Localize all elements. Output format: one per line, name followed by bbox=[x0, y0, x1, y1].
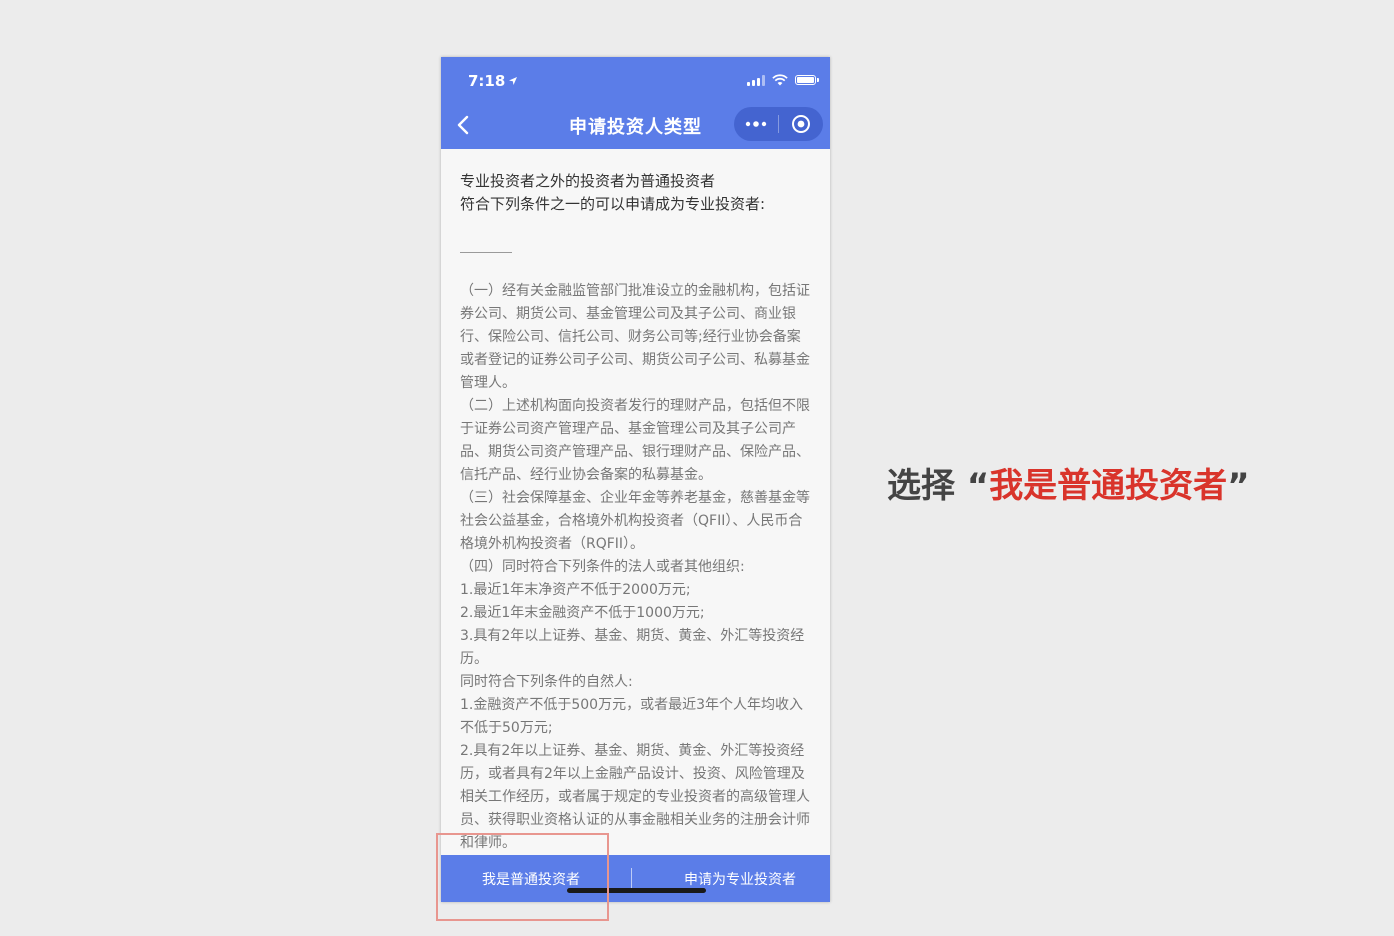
callout-suffix: ” bbox=[1227, 466, 1250, 506]
status-icons bbox=[747, 74, 819, 86]
paragraph-condition-2: 2.最近1年末金融资产不低于1000万元; bbox=[460, 605, 705, 621]
status-time: 7:18 bbox=[468, 72, 518, 90]
signal-icon bbox=[747, 74, 765, 86]
wifi-icon bbox=[772, 74, 788, 86]
paragraph-legal-entities: （四）同时符合下列条件的法人或者其他组织: bbox=[460, 559, 745, 575]
content-area: 专业投资者之外的投资者为普通投资者 符合下列条件之一的可以申请成为专业投资者: … bbox=[460, 170, 812, 855]
phone-screen: 7:18 申请投资人类型 专业投资者之外的投资者为普通投资者 符合下列条件之一的… bbox=[441, 57, 830, 902]
callout-prefix: 选择 “ bbox=[887, 466, 990, 506]
capsule-menu bbox=[734, 107, 823, 141]
header-bar: 7:18 申请投资人类型 bbox=[441, 57, 830, 149]
apply-professional-button[interactable]: 申请为专业投资者 bbox=[632, 855, 830, 902]
section-divider bbox=[460, 252, 512, 253]
paragraph-condition-1: 1.最近1年末净资产不低于2000万元; bbox=[460, 582, 691, 598]
more-button[interactable] bbox=[734, 107, 778, 141]
paragraph-condition-3: 3.具有2年以上证券、基金、期货、黄金、外汇等投资经历。 bbox=[460, 628, 805, 667]
paragraph-natural-persons: 同时符合下列条件的自然人: bbox=[460, 674, 633, 690]
more-icon bbox=[745, 121, 767, 127]
paragraph-funds: （三）社会保障基金、企业年金等养老基金，慈善基金等社会公益基金，合格境外机构投资… bbox=[460, 490, 810, 552]
instruction-callout: 选择 “我是普通投资者” bbox=[887, 458, 1250, 507]
intro-line-2: 符合下列条件之一的可以申请成为专业投资者: bbox=[460, 195, 766, 213]
status-time-label: 7:18 bbox=[468, 72, 506, 90]
highlight-box bbox=[436, 833, 609, 921]
battery-icon bbox=[795, 75, 819, 85]
paragraph-person-condition-1: 1.金融资产不低于500万元，或者最近3年个人年均收入不低于50万元; bbox=[460, 697, 803, 736]
intro-line-1: 专业投资者之外的投资者为普通投资者 bbox=[460, 172, 716, 190]
close-miniprogram-button[interactable] bbox=[779, 107, 823, 141]
target-icon bbox=[792, 115, 810, 133]
paragraph-institutions: （一）经有关金融监管部门批准设立的金融机构，包括证券公司、期货公司、基金管理公司… bbox=[460, 283, 810, 391]
paragraph-products: （二）上述机构面向投资者发行的理财产品，包括但不限于证券公司资产管理产品、基金管… bbox=[460, 398, 810, 483]
location-arrow-icon bbox=[509, 77, 518, 85]
callout-highlight: 我是普通投资者 bbox=[989, 466, 1228, 506]
